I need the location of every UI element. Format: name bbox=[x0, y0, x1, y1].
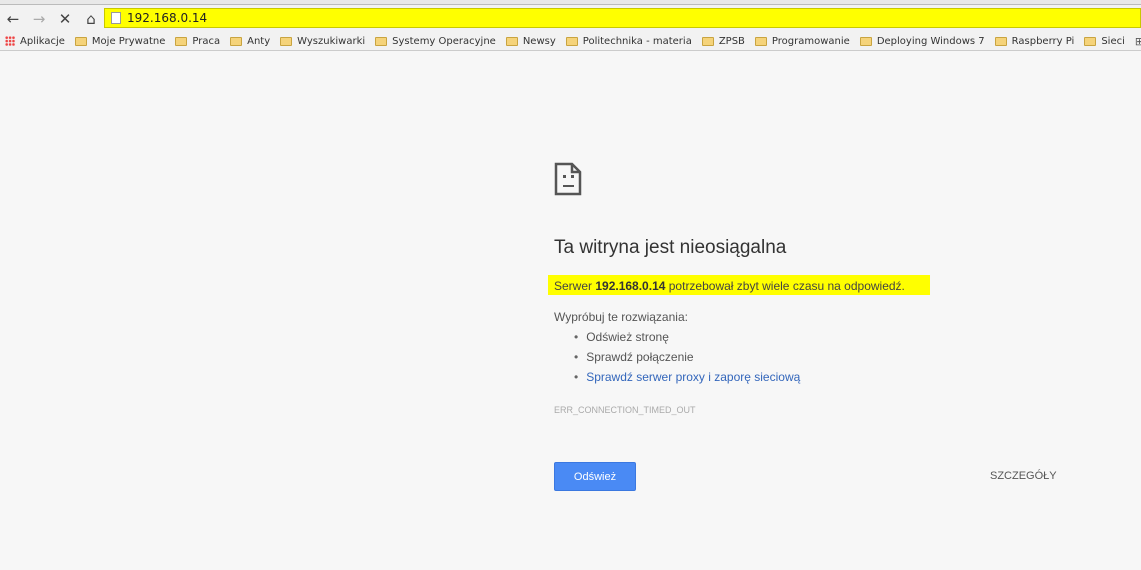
folder-icon bbox=[754, 36, 767, 46]
details-button[interactable]: SZCZEGÓŁY bbox=[990, 470, 1057, 482]
bookmark-label: Praca bbox=[192, 35, 221, 47]
network-icon: ⊞ bbox=[1135, 35, 1141, 48]
bookmark-label: Newsy bbox=[522, 35, 556, 47]
url-text: 192.168.0.14 bbox=[127, 11, 208, 25]
bookmark-item[interactable]: ZPSB bbox=[697, 36, 750, 47]
suggestions-list: Odśwież stronę Sprawdź połączenie Sprawd… bbox=[574, 330, 800, 390]
sad-page-icon bbox=[554, 162, 582, 196]
bookmark-item[interactable]: Wyszukiwarki bbox=[275, 36, 370, 47]
message-suffix: potrzebował zbyt wiele czasu na odpowied… bbox=[665, 279, 905, 293]
bookmark-label: Moje Prywatne bbox=[91, 35, 166, 47]
folder-icon bbox=[375, 36, 388, 46]
error-title: Ta witryna jest nieosiągalna bbox=[554, 237, 787, 258]
browser-toolbar: ← → ✕ ⌂ 192.168.0.14 bbox=[0, 5, 1141, 32]
folder-icon bbox=[505, 36, 518, 46]
bookmark-item[interactable]: ⊞Packet Tracer bbox=[1130, 35, 1141, 48]
home-button[interactable]: ⌂ bbox=[78, 10, 104, 28]
bookmark-item[interactable]: Praca bbox=[170, 36, 225, 47]
folder-icon bbox=[175, 36, 188, 46]
folder-icon bbox=[859, 36, 872, 46]
bookmark-item[interactable]: Deploying Windows 7 bbox=[855, 36, 990, 47]
bookmarks-bar: Aplikacje Moje Prywatne Praca Anty Wyszukiwa… bbox=[0, 32, 1141, 51]
folder-icon bbox=[280, 36, 293, 46]
suggestion-item: Sprawdź serwer proxy i zaporę sieciową bbox=[574, 370, 800, 390]
bookmark-label: Sieci bbox=[1101, 35, 1125, 47]
bookmark-item[interactable]: Politechnika - materia bbox=[561, 36, 697, 47]
error-host: 192.168.0.14 bbox=[595, 279, 666, 293]
bookmark-item[interactable]: Raspberry Pi bbox=[990, 36, 1080, 47]
bookmark-item[interactable]: Anty bbox=[225, 36, 275, 47]
error-code: ERR_CONNECTION_TIMED_OUT bbox=[554, 405, 696, 415]
error-message: Serwer 192.168.0.14 potrzebował zbyt wie… bbox=[548, 275, 930, 295]
suggestions-label: Wypróbuj te rozwiązania: bbox=[554, 310, 688, 324]
forward-button[interactable]: → bbox=[26, 10, 52, 28]
folder-icon bbox=[565, 36, 578, 46]
bookmark-label: Programowanie bbox=[771, 35, 850, 47]
bookmark-label: Aplikacje bbox=[20, 35, 65, 47]
bookmark-label: Deploying Windows 7 bbox=[876, 35, 985, 47]
bookmark-label: Raspberry Pi bbox=[1011, 35, 1075, 47]
folder-icon bbox=[230, 36, 243, 46]
bookmark-label: ZPSB bbox=[718, 35, 745, 47]
back-button[interactable]: ← bbox=[0, 10, 26, 28]
folder-icon bbox=[994, 36, 1007, 46]
proxy-firewall-link[interactable]: Sprawdź serwer proxy i zaporę sieciową bbox=[586, 370, 800, 384]
apps-icon bbox=[5, 36, 15, 46]
bookmark-item[interactable]: Aplikacje bbox=[0, 36, 70, 47]
bookmark-item[interactable]: Moje Prywatne bbox=[70, 36, 170, 47]
reload-button[interactable]: Odśwież bbox=[554, 462, 636, 491]
folder-icon bbox=[1084, 36, 1097, 46]
suggestion-item: Odśwież stronę bbox=[574, 330, 800, 350]
bookmark-label: Systemy Operacyjne bbox=[392, 35, 496, 47]
suggestion-text: Odśwież stronę bbox=[586, 330, 669, 344]
message-prefix: Serwer bbox=[554, 279, 596, 293]
bookmark-label: Politechnika - materia bbox=[582, 35, 692, 47]
folder-icon bbox=[74, 36, 87, 46]
address-bar[interactable]: 192.168.0.14 bbox=[104, 8, 1141, 28]
folder-icon bbox=[701, 36, 714, 46]
bookmark-item[interactable]: Programowanie bbox=[750, 36, 855, 47]
page-icon bbox=[111, 12, 121, 24]
bookmark-item[interactable]: Newsy bbox=[501, 36, 561, 47]
suggestion-text: Sprawdź połączenie bbox=[586, 350, 694, 364]
bookmark-label: Anty bbox=[247, 35, 271, 47]
bookmark-label: Wyszukiwarki bbox=[297, 35, 366, 47]
bookmark-item[interactable]: Systemy Operacyjne bbox=[370, 36, 501, 47]
suggestion-item: Sprawdź połączenie bbox=[574, 350, 800, 370]
bookmark-item[interactable]: Sieci bbox=[1079, 36, 1130, 47]
stop-button[interactable]: ✕ bbox=[52, 10, 78, 28]
